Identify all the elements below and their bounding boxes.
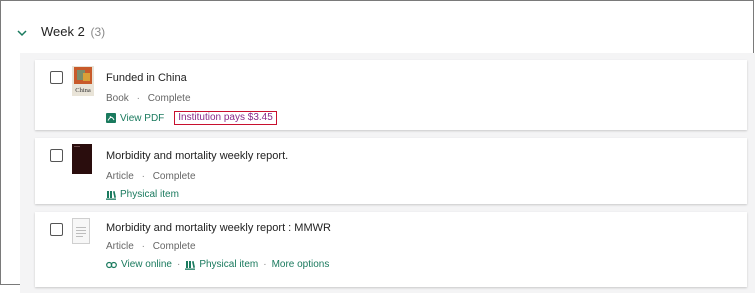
more-options-link[interactable]: More options [272,259,330,270]
meta-separator: · [141,171,145,182]
pdf-icon [106,113,116,123]
item-title[interactable]: Morbidity and mortality weekly report : … [106,222,331,234]
meta-separator: · [136,93,140,104]
week-item-count: (3) [90,25,106,39]
list-item[interactable]: Morbidity and mortality weekly report : … [35,212,747,287]
list-item[interactable]: China Funded in China Book · Complete Vi… [35,60,747,130]
view-pdf-link[interactable]: View PDF [106,113,164,124]
item-checkbox[interactable] [50,149,63,162]
week-title: Week 2 (3) [41,24,105,39]
item-checkbox[interactable] [50,71,63,84]
item-actions: View online · Physical item · More optio… [106,259,329,270]
action-separator: · [176,259,181,270]
physical-item-label: Physical item [120,189,179,200]
meta-separator: · [141,241,145,252]
physical-item-link[interactable]: Physical item [185,259,258,270]
item-status: Complete [147,93,191,104]
journal-cover-thumbnail [72,144,92,174]
item-type: Book [106,93,129,104]
week-label: Week 2 [41,24,85,39]
item-type: Article [106,171,134,182]
reading-list-frame: Week 2 (3) China Funded in China Book · … [0,0,755,293]
item-status: Complete [152,241,196,252]
item-meta: Book · Complete [106,93,191,104]
document-thumbnail [72,218,90,244]
view-online-label: View online [121,259,172,270]
item-type: Article [106,241,134,252]
item-status: Complete [152,171,196,182]
book-cover-thumbnail: China [72,66,94,96]
physical-item-label: Physical item [199,259,259,270]
view-pdf-label: View PDF [120,112,165,124]
chevron-down-icon[interactable] [17,28,27,38]
item-meta: Article · Complete [106,241,196,252]
view-online-link[interactable]: View online [106,259,172,270]
week-items-panel: China Funded in China Book · Complete Vi… [20,53,755,293]
cover-text: China [75,87,91,94]
library-icon [106,190,116,200]
list-item[interactable]: Morbidity and mortality weekly report. A… [35,138,747,204]
item-title[interactable]: Morbidity and mortality weekly report. [106,150,288,162]
item-actions: View PDF Institution pays $3.45 [106,111,277,125]
link-icon [106,261,117,268]
item-checkbox[interactable] [50,223,63,236]
item-actions: Physical item [106,189,179,200]
item-title[interactable]: Funded in China [106,72,187,84]
institution-pays-badge: Institution pays $3.45 [174,111,277,125]
physical-item-link[interactable]: Physical item [106,189,179,200]
week-section-header[interactable]: Week 2 (3) [1,1,755,57]
library-icon [185,260,196,270]
item-meta: Article · Complete [106,171,196,182]
action-separator: · [263,259,267,270]
